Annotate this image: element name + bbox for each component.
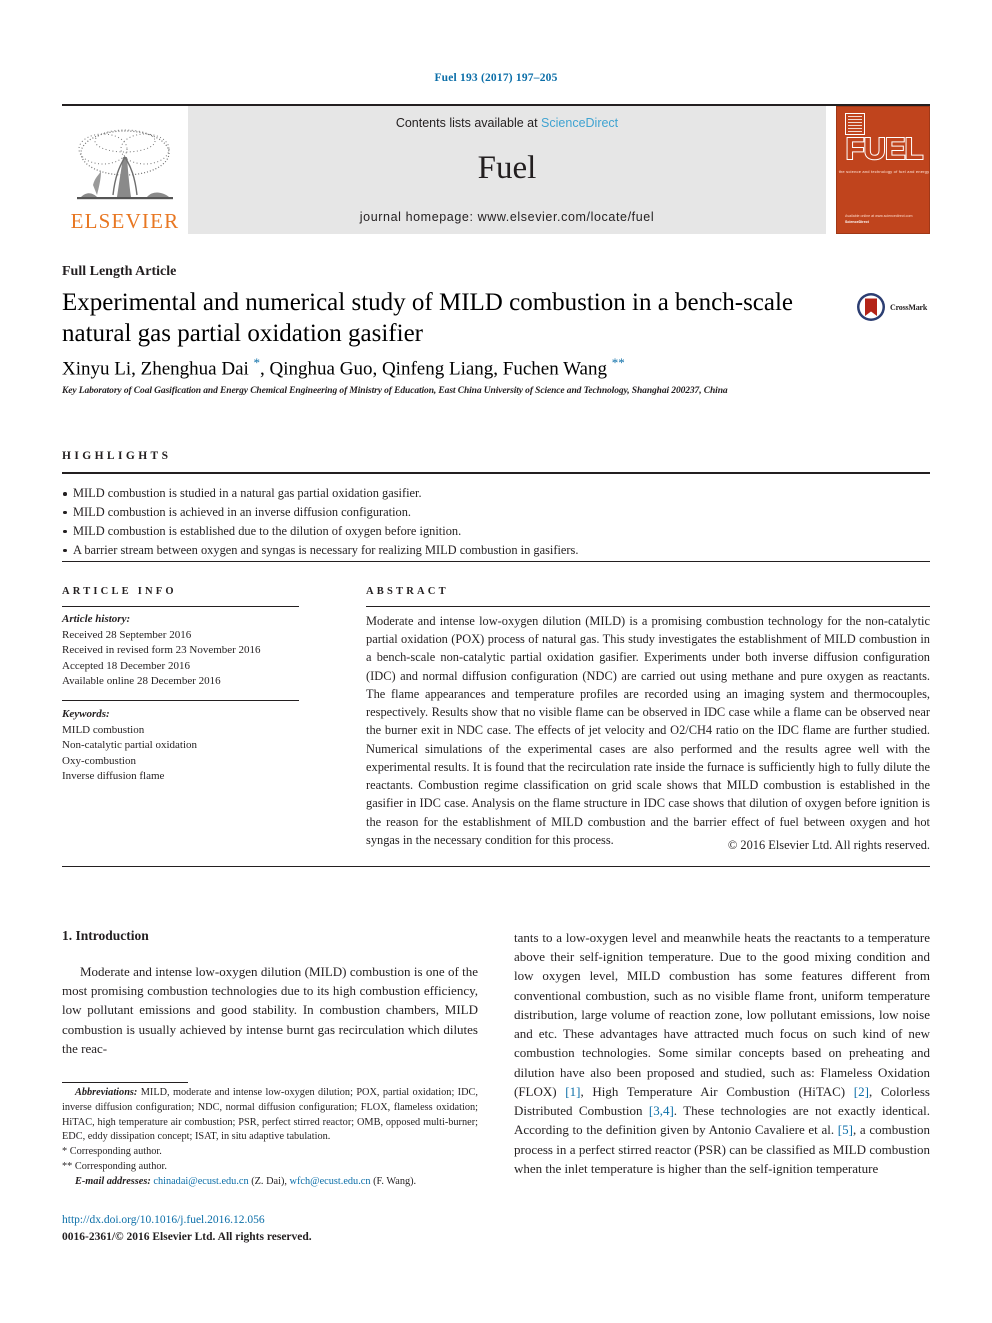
- journal-masthead: ELSEVIER Contents lists available at Sci…: [62, 104, 930, 234]
- paragraph: Moderate and intense low-oxygen dilution…: [62, 964, 478, 1056]
- article-history-item: Received in revised form 23 November 201…: [62, 644, 261, 657]
- abstract-rule: [366, 606, 930, 607]
- highlights-rule-bottom: [62, 561, 930, 562]
- journal-article-page: Fuel 193 (2017) 197–205 ELSEVIER Content…: [0, 0, 992, 1323]
- journal-cover-thumbnail: FUEL the science and technology of fuel …: [836, 106, 930, 234]
- cover-subtitle: the science and technology of fuel and e…: [838, 169, 930, 174]
- crossmark-label: CrossMark: [890, 302, 928, 312]
- corr-marker-2: **: [62, 1161, 73, 1173]
- article-history-item: Received 28 September 2016: [62, 628, 192, 641]
- keywords-label: Keywords:: [62, 708, 110, 721]
- highlights-list: MILD combustion is studied in a natural …: [62, 484, 930, 559]
- cover-footer-line2: ScienceDirect: [845, 219, 869, 224]
- abbreviations-paragraph: Abbreviations: MILD, moderate and intens…: [62, 1086, 478, 1145]
- abstract-copyright: © 2016 Elsevier Ltd. All rights reserved…: [727, 838, 930, 852]
- email-link-2[interactable]: wfch@ecust.edu.cn: [290, 1176, 371, 1187]
- keyword-item: Oxy-combustion: [62, 754, 136, 767]
- email-addresses-paragraph: E-mail addresses: chinadai@ecust.edu.cn …: [62, 1175, 478, 1190]
- running-head: Fuel 193 (2017) 197–205: [434, 72, 558, 84]
- section-divider-rule: [62, 866, 930, 867]
- article-info-heading: ARTICLE INFO: [62, 586, 177, 597]
- article-history-item: Accepted 18 December 2016: [62, 659, 190, 672]
- corresponding-author-2: ** Corresponding author.: [62, 1160, 478, 1175]
- crossmark-icon: [857, 293, 885, 321]
- footnote-rule: [62, 1082, 188, 1083]
- email-addresses-label: E-mail addresses:: [75, 1175, 151, 1187]
- corr-text-2: Corresponding author.: [74, 1161, 167, 1173]
- elsevier-wordmark: ELSEVIER: [70, 209, 180, 233]
- sciencedirect-link[interactable]: ScienceDirect: [541, 116, 618, 130]
- body-column-right: tants to a low-oxygen level and meanwhil…: [514, 928, 930, 1178]
- keywords-rule: [62, 700, 299, 702]
- paragraph-part: , High Temperature Air Combustion (HiTAC…: [580, 1083, 854, 1099]
- issn-copyright-line: 0016-2361/© 2016 Elsevier Ltd. All right…: [62, 1231, 312, 1243]
- doi-link[interactable]: http://dx.doi.org/10.1016/j.fuel.2016.12…: [62, 1214, 265, 1226]
- list-item: MILD combustion is established due to th…: [62, 522, 930, 541]
- author-affiliation: Key Laboratory of Coal Gasification and …: [62, 386, 728, 396]
- article-history-item: Available online 28 December 2016: [62, 675, 221, 688]
- body-column-left: Moderate and intense low-oxygen dilution…: [62, 962, 478, 1058]
- contents-prefix: Contents lists available at: [395, 116, 542, 130]
- footnote-block: Abbreviations: MILD, moderate and intens…: [62, 1086, 478, 1190]
- keyword-item: Inverse diffusion flame: [62, 770, 165, 783]
- cover-footer-line1: Available online at www.sciencedirect.co…: [845, 214, 913, 219]
- abstract-text: Moderate and intense low-oxygen dilution…: [366, 614, 930, 847]
- masthead-center: Contents lists available at ScienceDirec…: [188, 106, 826, 234]
- journal-homepage-link[interactable]: journal homepage: www.elsevier.com/locat…: [360, 210, 654, 224]
- keyword-item: MILD combustion: [62, 723, 145, 736]
- list-item: MILD combustion is achieved in an invers…: [62, 503, 930, 522]
- list-item: A barrier stream between oxygen and syng…: [62, 541, 930, 560]
- paragraph-part: tants to a low-oxygen level and meanwhil…: [514, 930, 930, 1099]
- crossmark-badge[interactable]: CrossMark: [856, 292, 927, 322]
- keyword-item: Non-catalytic partial oxidation: [62, 739, 198, 752]
- email-owner-2: (F. Wang).: [370, 1175, 417, 1187]
- email-owner-1: (Z. Dai),: [248, 1175, 290, 1187]
- cover-footer: Available online at www.sciencedirect.co…: [845, 214, 912, 225]
- article-type-label: Full Length Article: [62, 264, 177, 279]
- article-history-label: Article history:: [62, 613, 131, 625]
- article-title: Experimental and numerical study of MILD…: [62, 289, 794, 347]
- article-info-rule: [62, 606, 299, 607]
- highlights-heading: HIGHLIGHTS: [62, 450, 172, 462]
- corr-text-1: Corresponding author.: [69, 1146, 162, 1158]
- section-heading-introduction: 1. Introduction: [62, 928, 149, 943]
- author-list: Xinyu Li, Zhenghua Dai *, Qinghua Guo, Q…: [62, 355, 625, 380]
- list-item: MILD combustion is studied in a natural …: [62, 484, 930, 503]
- citation-ref-2[interactable]: [2]: [854, 1084, 869, 1099]
- abbreviations-label: Abbreviations:: [75, 1087, 138, 1098]
- article-info-column: Article history: Received 28 September 2…: [62, 612, 299, 785]
- corr-marker-1: *: [62, 1146, 68, 1158]
- corresponding-author-1: * Corresponding author.: [62, 1145, 478, 1160]
- contents-available-line: Contents lists available at ScienceDirec…: [396, 116, 618, 130]
- cover-title: FUEL: [845, 131, 925, 166]
- elsevier-logo: ELSEVIER: [62, 106, 188, 234]
- email-link-1[interactable]: chinadai@ecust.edu.cn: [153, 1176, 248, 1187]
- journal-title: Fuel: [477, 149, 537, 186]
- elsevier-tree-icon: [77, 129, 173, 200]
- citation-ref-1[interactable]: [1]: [565, 1084, 580, 1099]
- citation-ref-3-4[interactable]: [3,4]: [649, 1103, 674, 1118]
- highlights-rule-top: [62, 472, 930, 474]
- paragraph: tants to a low-oxygen level and meanwhil…: [514, 928, 930, 1178]
- citation-ref-5[interactable]: [5]: [838, 1122, 853, 1137]
- abstract-heading: ABSTRACT: [366, 586, 449, 597]
